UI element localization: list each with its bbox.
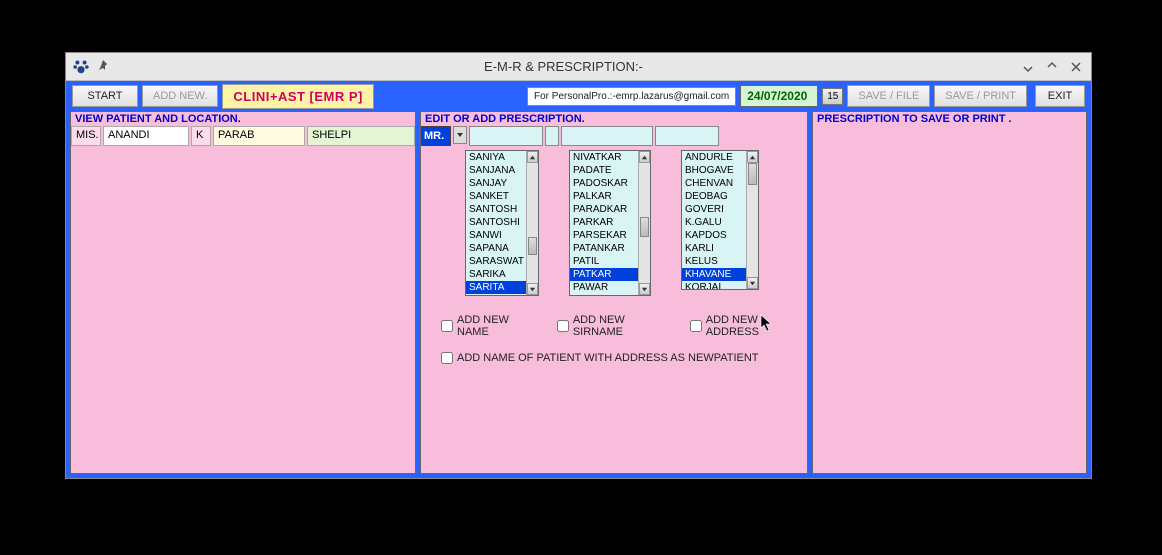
- title-select[interactable]: MR.: [421, 126, 451, 146]
- contact-label: For PersonalPro.:-emrp.lazarus@gmail.com: [527, 87, 736, 106]
- add-name-label: ADD NEW NAME: [457, 314, 537, 338]
- add-sirname-checkbox[interactable]: ADD NEW SIRNAME: [557, 314, 670, 338]
- brand-label: CLINI+AST [EMR P]: [222, 84, 373, 109]
- patient-prefix: MIS.: [71, 126, 101, 146]
- add-sirname-label: ADD NEW SIRNAME: [573, 314, 670, 338]
- rx-name-input[interactable]: [469, 126, 543, 146]
- scrollbar[interactable]: [526, 151, 538, 295]
- view-patient-panel: VIEW PATIENT AND LOCATION. MIS. ANANDI K…: [70, 111, 416, 474]
- patient-initial: K: [191, 126, 211, 146]
- close-button[interactable]: [1065, 57, 1087, 77]
- rx-surname-input[interactable]: [561, 126, 653, 146]
- cursor-icon: [760, 314, 774, 337]
- add-name-checkbox[interactable]: ADD NEW NAME: [441, 314, 537, 338]
- rx-address-input[interactable]: [655, 126, 719, 146]
- patient-surname: PARAB: [213, 126, 305, 146]
- date-picker-button[interactable]: 15: [822, 88, 843, 105]
- add-address-checkbox[interactable]: ADD NEW ADDRESS: [690, 314, 805, 338]
- add-new-button[interactable]: ADD NEW.: [142, 85, 218, 107]
- add-address-label: ADD NEW ADDRESS: [706, 314, 805, 338]
- scroll-up-icon[interactable]: [747, 151, 758, 163]
- save-print-button[interactable]: SAVE / PRINT: [934, 85, 1027, 107]
- exit-button[interactable]: EXIT: [1035, 85, 1085, 107]
- panel2-header: EDIT OR ADD PRESCRIPTION.: [421, 112, 807, 126]
- date-input[interactable]: [740, 85, 818, 107]
- rx-initial-input[interactable]: [545, 126, 559, 146]
- pin-icon[interactable]: [98, 58, 110, 76]
- edit-prescription-panel: EDIT OR ADD PRESCRIPTION. MR. SANIYASANJ…: [420, 111, 808, 474]
- add-patient-label: ADD NAME OF PATIENT WITH ADDRESS AS NEWP…: [457, 352, 759, 364]
- patient-name: ANANDI: [103, 126, 189, 146]
- save-file-button[interactable]: SAVE / FILE: [847, 85, 930, 107]
- panel1-header: VIEW PATIENT AND LOCATION.: [71, 112, 415, 126]
- maximize-button[interactable]: [1041, 57, 1063, 77]
- paw-icon: [72, 58, 90, 76]
- window-title: E-M-R & PRESCRIPTION:-: [110, 59, 1017, 74]
- scroll-down-icon[interactable]: [527, 283, 538, 295]
- panel3-header: PRESCRIPTION TO SAVE OR PRINT .: [813, 112, 1086, 126]
- start-button[interactable]: START: [72, 85, 138, 107]
- scroll-up-icon[interactable]: [527, 151, 538, 163]
- name-listbox[interactable]: SANIYASANJANASANJAYSANKETSANTOSHSANTOSHI…: [465, 150, 539, 296]
- minimize-button[interactable]: [1017, 57, 1039, 77]
- toolbar: START ADD NEW. CLINI+AST [EMR P] For Per…: [66, 81, 1091, 111]
- scroll-down-icon[interactable]: [747, 277, 758, 289]
- scroll-up-icon[interactable]: [639, 151, 650, 163]
- app-window: E-M-R & PRESCRIPTION:- START ADD NEW. CL…: [65, 52, 1092, 479]
- add-patient-checkbox[interactable]: ADD NAME OF PATIENT WITH ADDRESS AS NEWP…: [441, 352, 759, 364]
- prescription-output-panel: PRESCRIPTION TO SAVE OR PRINT .: [812, 111, 1087, 474]
- scroll-down-icon[interactable]: [639, 283, 650, 295]
- surname-listbox[interactable]: NIVATKARPADATEPADOSKARPALKARPARADKARPARK…: [569, 150, 651, 296]
- title-dropdown-arrow[interactable]: [453, 126, 467, 144]
- address-listbox[interactable]: ANDURLEBHOGAVECHENVANDEOBAGGOVERIK.GALUK…: [681, 150, 759, 290]
- patient-location: SHELPI: [307, 126, 415, 146]
- scrollbar[interactable]: [746, 151, 758, 289]
- scrollbar[interactable]: [638, 151, 650, 295]
- titlebar: E-M-R & PRESCRIPTION:-: [66, 53, 1091, 81]
